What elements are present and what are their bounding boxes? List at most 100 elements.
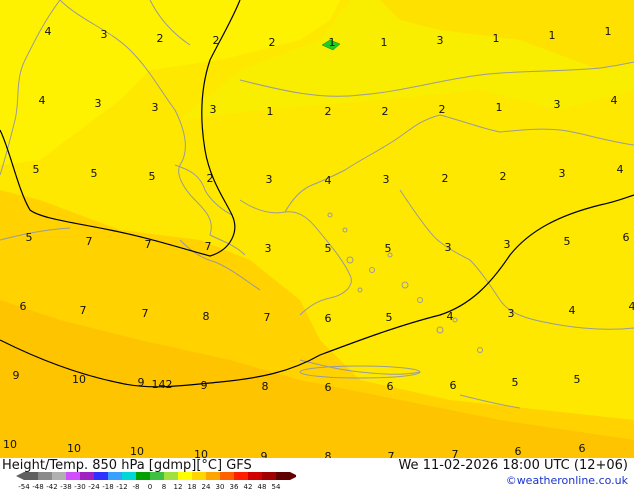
temperature-label: 2 — [442, 172, 449, 185]
temperature-label: 6 — [20, 300, 27, 313]
scale-arrow-right — [290, 472, 296, 480]
scale-swatch — [248, 472, 262, 480]
scale-swatch — [94, 472, 108, 480]
weather-map: 4 3 2 2 2 1 1 3 1 1 1 4 3 3 3 1 2 2 2 1 3 4 5 5 5 2 3 4 3 2 2 3 4 5 7 7 7 3 5 5… — [0, 0, 634, 458]
temperature-label: 8 — [203, 310, 210, 323]
scale-swatch — [164, 472, 178, 480]
temperature-label: 9 — [13, 369, 20, 382]
temperature-label: 1 — [493, 32, 500, 45]
map-datetime: We 11-02-2026 18:00 UTC (12+06) — [398, 458, 628, 473]
temperature-label: 6 — [623, 231, 630, 244]
scale-swatch — [66, 472, 80, 480]
scale-swatch — [122, 472, 136, 480]
scale-tick-label: -48 — [32, 483, 43, 490]
temperature-label: 5 — [385, 242, 392, 255]
temperature-label: 10 — [3, 438, 17, 451]
temperature-label: 3 — [101, 28, 108, 41]
scale-tick-label: 0 — [148, 483, 152, 490]
scale-swatch — [108, 472, 122, 480]
scale-tick-label: 48 — [258, 483, 267, 490]
temperature-label: 9 — [261, 450, 268, 458]
temperature-label: 5 — [512, 376, 519, 389]
temperature-label: 6 — [325, 381, 332, 394]
credit-link[interactable]: ©weatheronline.co.uk — [506, 474, 628, 487]
temperature-label: 3 — [445, 241, 452, 254]
temperature-label: 2 — [213, 34, 220, 47]
temperature-label: 1 — [549, 29, 556, 42]
scale-swatch — [24, 472, 38, 480]
temperature-label: 9 — [138, 376, 145, 389]
temperature-label: 6 — [387, 380, 394, 393]
temperature-label: 2 — [157, 32, 164, 45]
temperature-label: 8 — [262, 380, 269, 393]
temperature-label: 3 — [504, 238, 511, 251]
temperature-label: 7 — [205, 240, 212, 253]
map-footer: Height/Temp. 850 hPa [gdmp][°C] GFS We 1… — [0, 458, 634, 490]
scale-tick-label: 12 — [174, 483, 183, 490]
scale-swatch — [178, 472, 192, 480]
scale-tick-label: 18 — [188, 483, 197, 490]
temperature-label: 3 — [266, 173, 273, 186]
temperature-label: 3 — [265, 242, 272, 255]
scale-tick-label: 42 — [244, 483, 253, 490]
scale-tick-label: 54 — [272, 483, 281, 490]
scale-tick-label: 36 — [230, 483, 239, 490]
temperature-label: 5 — [564, 235, 571, 248]
scale-swatch — [38, 472, 52, 480]
temperature-label: 3 — [559, 167, 566, 180]
scale-tick-label: -18 — [102, 483, 113, 490]
temperature-label: 7 — [388, 450, 395, 458]
scale-tick-label: 8 — [162, 483, 166, 490]
scale-swatch — [52, 472, 66, 480]
temperature-label: 3 — [508, 307, 515, 320]
temperature-label: 7 — [264, 311, 271, 324]
scale-swatch — [276, 472, 290, 480]
scale-tick-label: 30 — [216, 483, 225, 490]
map-canvas: 4 3 2 2 2 1 1 3 1 1 1 4 3 3 3 1 2 2 2 1 3 4 5 5 5 2 3 4 3 2 2 3 4 5 7 7 7 3 5 5… — [0, 0, 634, 458]
scale-arrow-left — [16, 472, 24, 480]
temperature-label: 4 — [45, 25, 52, 38]
temperature-label: 3 — [383, 173, 390, 186]
scale-swatch — [136, 472, 150, 480]
scale-tick-label: 24 — [202, 483, 211, 490]
temperature-label: 7 — [145, 238, 152, 251]
temperature-label: 5 — [149, 170, 156, 183]
temperature-label: 2 — [500, 170, 507, 183]
temperature-label: 4 — [617, 163, 624, 176]
temperature-label: 1 — [329, 36, 336, 49]
temperature-label: 1 — [381, 36, 388, 49]
temperature-label: 4 — [569, 304, 576, 317]
map-title: Height/Temp. 850 hPa [gdmp][°C] GFS — [2, 458, 252, 473]
scale-swatch — [220, 472, 234, 480]
temperature-label: 9 — [201, 379, 208, 392]
temperature-label: 6 — [450, 379, 457, 392]
scale-tick-label: -54 — [18, 483, 30, 490]
temperature-label: 10 — [72, 373, 86, 386]
temperature-label: 5 — [386, 311, 393, 324]
temperature-label: 6 — [325, 312, 332, 325]
temperature-label: 5 — [91, 167, 98, 180]
scale-tick-label: -30 — [74, 483, 85, 490]
temperature-label: 1 — [605, 25, 612, 38]
scale-swatch — [262, 472, 276, 480]
scale-swatch — [150, 472, 164, 480]
temperature-label: 3 — [95, 97, 102, 110]
temperature-label: 7 — [142, 307, 149, 320]
temperature-label: 4 — [611, 94, 618, 107]
scale-tick-label: -42 — [46, 483, 57, 490]
scale-swatch — [80, 472, 94, 480]
scale-swatch — [234, 472, 248, 480]
temperature-label: 3 — [437, 34, 444, 47]
temperature-label: 142 — [152, 378, 173, 391]
temperature-label: 7 — [452, 448, 459, 458]
temperature-label: 5 — [574, 373, 581, 386]
temperature-label: 1 — [267, 105, 274, 118]
temperature-label: 7 — [86, 235, 93, 248]
temperature-label: 3 — [210, 103, 217, 116]
temperature-label: 10 — [194, 448, 208, 458]
temperature-label: 10 — [130, 445, 144, 458]
temperature-label: 7 — [80, 304, 87, 317]
temperature-label: 8 — [325, 450, 332, 458]
temperature-label: 2 — [325, 105, 332, 118]
scale-tick-label: -12 — [116, 483, 127, 490]
